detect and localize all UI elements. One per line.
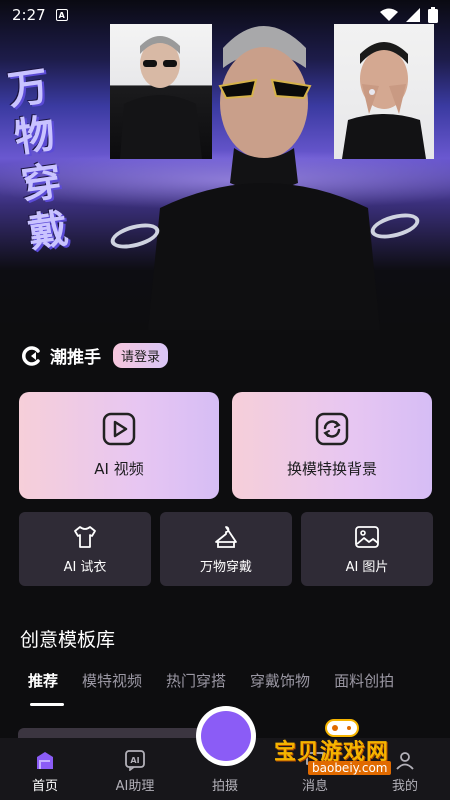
nav-ai-assistant[interactable]: AI AI助理 [95,749,175,794]
login-button[interactable]: 请登录 [113,343,169,368]
status-time: 2:27 [12,6,46,24]
ai-assistant-icon: AI [125,750,145,771]
hanger-icon [215,525,237,548]
app-notification-icon: A [55,9,68,21]
image-icon [355,525,379,548]
active-tab-indicator [30,703,64,706]
ai-image-card[interactable]: AI 图片 [301,512,433,586]
tab-fabric-shoot[interactable]: 面料创拍 [334,670,394,691]
swap-model-background-card[interactable]: 换模特换背景 [232,392,432,499]
template-library-title: 创意模板库 [20,629,116,651]
hero-title-char: 戴 [25,204,74,257]
wear-everything-label: 万物穿戴 [199,559,252,575]
status-bar: 2:27 A [0,0,450,30]
model-figure-center [138,8,388,330]
capture-button[interactable] [196,706,256,766]
template-tabs: 推荐 模特视频 热门穿搭 穿戴饰物 面料创拍 [28,670,394,691]
tab-model-video[interactable]: 模特视频 [82,670,142,691]
tab-accessories[interactable]: 穿戴饰物 [250,670,310,691]
nav-home[interactable]: 首页 [5,749,85,794]
nav-capture-label: 拍摄 [211,779,238,794]
ai-image-label: AI 图片 [345,559,389,575]
nav-ai-assistant-label: AI助理 [115,779,155,794]
battery-icon [428,7,438,23]
wifi-icon [380,8,398,21]
swap-model-background-label: 换模特换背景 [286,460,377,478]
ai-video-label: AI 视频 [94,460,144,478]
watermark: 宝贝游戏网 baobeiy.com [264,716,444,782]
tab-hot-outfits[interactable]: 热门穿搭 [166,670,226,691]
brand-row: 潮推手 请登录 [22,343,169,368]
ai-try-on-card[interactable]: AI 试衣 [19,512,151,586]
tab-recommended[interactable]: 推荐 [28,670,58,691]
wear-everything-card[interactable]: 万物穿戴 [160,512,292,586]
template-thumbnail[interactable] [18,728,218,738]
ai-try-on-label: AI 试衣 [63,559,107,575]
refresh-icon [315,412,349,446]
nav-home-label: 首页 [31,779,58,794]
hero-title: 万 物 穿 戴 [5,58,101,258]
svg-text:AI: AI [130,756,139,765]
brand-logo-icon [22,345,40,366]
tshirt-icon [74,525,96,548]
capture-button-inner [201,711,251,761]
ai-video-card[interactable]: AI 视频 [19,392,219,499]
brand-name: 潮推手 [50,348,101,368]
signal-icon [406,8,420,22]
hero-banner[interactable]: 万 物 穿 戴 [0,0,450,330]
home-icon [37,752,53,769]
play-icon [102,412,136,446]
watermark-url: baobeiy.com [308,761,392,775]
